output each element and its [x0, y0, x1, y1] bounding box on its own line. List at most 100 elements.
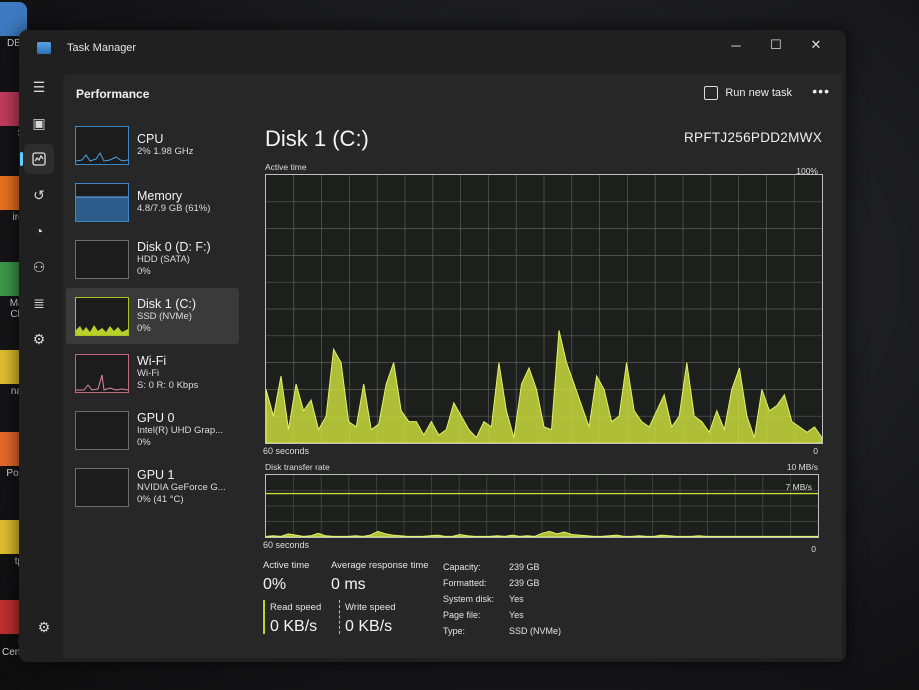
- device-subtitle: HDD (SATA): [137, 254, 190, 265]
- property-value: Yes: [509, 610, 524, 620]
- disk-detail-panel: Disk 1 (C:) RPFTJ256PDD2MWX Active time …: [263, 116, 830, 658]
- page-title: Performance: [76, 87, 150, 101]
- device-text: GPU 0 Intel(R) UHD Grap... 0%: [137, 411, 223, 449]
- performance-pane: Performance Run new task ••• CPU 2% 1.98 …: [63, 74, 842, 658]
- read-speed-value: 0 KB/s: [270, 618, 318, 635]
- avg-response-stat-label: Average response time: [331, 560, 429, 571]
- task-manager-app-icon: [37, 42, 51, 54]
- device-thumbnail-graph: [75, 296, 129, 336]
- performance-icon[interactable]: [20, 144, 54, 174]
- device-text: Wi-Fi Wi-Fi S: 0 R: 0 Kbps: [137, 354, 198, 392]
- transfer-rate-chart-svg: [265, 475, 819, 538]
- more-options-button[interactable]: •••: [812, 83, 830, 99]
- transfer-rate-x-label: 60 seconds: [263, 540, 310, 550]
- device-name: Disk 0 (D: F:): [137, 240, 211, 254]
- avg-response-stat-value: 0 ms: [331, 576, 366, 593]
- device-name: Memory: [137, 189, 183, 203]
- run-new-task-button[interactable]: Run new task: [704, 86, 792, 100]
- details-icon[interactable]: ≣: [24, 288, 54, 318]
- device-item-memory[interactable]: Memory 4.8/7.9 GB (61%): [66, 174, 239, 230]
- device-thumbnail-graph: [75, 410, 129, 450]
- property-key: Capacity:: [443, 562, 481, 572]
- property-value: 239 GB: [509, 562, 540, 572]
- device-thumbnail-graph: [75, 353, 129, 393]
- active-time-stat-value: 0%: [263, 576, 287, 593]
- read-speed-accent: [263, 600, 265, 634]
- device-name: Wi-Fi: [137, 354, 167, 368]
- device-name: GPU 1: [137, 468, 175, 482]
- title-bar[interactable]: Task Manager ─ ☐ ✕: [19, 30, 846, 66]
- active-time-x-label: 60 seconds: [263, 446, 310, 456]
- disk-model: RPFTJ256PDD2MWX: [683, 130, 822, 145]
- device-subtitle: 2% 1.98 GHz: [137, 146, 194, 157]
- device-item-disk[interactable]: Disk 1 (C:) SSD (NVMe) 0%: [66, 288, 239, 344]
- device-item-empty[interactable]: Disk 0 (D: F:) HDD (SATA) 0%: [66, 231, 239, 287]
- property-key: Formatted:: [443, 578, 487, 588]
- transfer-rate-max-label: 10 MB/s: [786, 462, 818, 472]
- property-value: SSD (NVMe): [509, 626, 562, 636]
- property-key: Page file:: [443, 610, 481, 620]
- device-value: S: 0 R: 0 Kbps: [137, 380, 199, 391]
- active-time-stat-label: Active time: [263, 560, 310, 571]
- transfer-rate-chart-label: Disk transfer rate: [265, 462, 330, 472]
- app-history-icon[interactable]: ↺: [24, 180, 54, 210]
- device-text: Disk 0 (D: F:) HDD (SATA) 0%: [137, 240, 211, 278]
- write-speed-value: 0 KB/s: [345, 618, 393, 635]
- services-icon[interactable]: ⚙: [24, 324, 54, 354]
- hamburger-menu-icon[interactable]: ☰: [24, 72, 54, 102]
- device-item-empty[interactable]: GPU 0 Intel(R) UHD Grap... 0%: [66, 402, 239, 458]
- property-value: Yes: [509, 594, 524, 604]
- write-speed-accent: [339, 600, 340, 634]
- device-value: 0%: [137, 266, 151, 277]
- pane-header: Performance Run new task •••: [63, 74, 842, 114]
- startup-apps-icon[interactable]: ◔: [24, 216, 54, 246]
- device-subtitle: Wi-Fi: [137, 368, 160, 379]
- device-thumbnail-graph: [75, 182, 129, 222]
- device-thumbnail-graph: [75, 239, 129, 279]
- run-new-task-label: Run new task: [725, 87, 792, 99]
- device-value: 0% (41 °C): [137, 494, 184, 505]
- active-time-zero-label: 0: [813, 446, 818, 456]
- device-name: GPU 0: [137, 411, 175, 425]
- processes-icon[interactable]: ▣: [24, 108, 54, 138]
- device-item-wifi[interactable]: Wi-Fi Wi-Fi S: 0 R: 0 Kbps: [66, 345, 239, 401]
- maximize-button[interactable]: ☐: [756, 30, 796, 60]
- device-subtitle: Intel(R) UHD Grap...: [137, 425, 224, 436]
- active-time-chart-label: Active time: [265, 162, 307, 172]
- read-speed-label: Read speed: [270, 602, 322, 613]
- settings-icon[interactable]: ⚙: [29, 612, 59, 642]
- device-name: CPU: [137, 132, 164, 146]
- minimize-button[interactable]: ─: [716, 30, 756, 60]
- window-title: Task Manager: [67, 42, 137, 54]
- device-item-empty[interactable]: GPU 1 NVIDIA GeForce G... 0% (41 °C): [66, 459, 239, 515]
- property-key: System disk:: [443, 594, 495, 604]
- active-time-chart: [265, 174, 823, 444]
- task-manager-window: Task Manager ─ ☐ ✕ ☰ ▣ ↺ ◔ ⚇ ≣ ⚙ ⚙ Perfo…: [19, 30, 846, 662]
- device-value: 0%: [137, 437, 151, 448]
- device-subtitle: SSD (NVMe): [137, 311, 192, 322]
- property-key: Type:: [443, 626, 466, 636]
- transfer-rate-chart: [265, 474, 819, 538]
- device-subtitle: NVIDIA GeForce G...: [137, 482, 226, 493]
- device-text: Memory 4.8/7.9 GB (61%): [137, 189, 210, 215]
- device-text: Disk 1 (C:) SSD (NVMe) 0%: [137, 297, 196, 335]
- property-value: 239 GB: [509, 578, 540, 588]
- device-text: CPU 2% 1.98 GHz: [137, 132, 194, 158]
- device-thumbnail-graph: [75, 125, 129, 165]
- device-value: 0%: [137, 323, 151, 334]
- run-task-icon: [704, 86, 719, 100]
- write-speed-label: Write speed: [345, 602, 396, 613]
- device-text: GPU 1 NVIDIA GeForce G... 0% (41 °C): [137, 468, 226, 506]
- device-thumbnail-graph: [75, 467, 129, 507]
- close-button[interactable]: ✕: [796, 30, 836, 60]
- device-list: CPU 2% 1.98 GHz Memory 4.8/7.9 GB (61%) Disk…: [63, 116, 243, 516]
- transfer-rate-line-label: 7 MB/s: [785, 482, 812, 492]
- users-icon[interactable]: ⚇: [24, 252, 54, 282]
- navigation-rail: ☰ ▣ ↺ ◔ ⚇ ≣ ⚙ ⚙: [19, 70, 59, 662]
- device-item-cpu[interactable]: CPU 2% 1.98 GHz: [66, 117, 239, 173]
- disk-title: Disk 1 (C:): [265, 126, 369, 151]
- device-subtitle: 4.8/7.9 GB (61%): [137, 203, 211, 214]
- device-name: Disk 1 (C:): [137, 297, 197, 311]
- transfer-rate-zero-label: 0: [811, 544, 816, 554]
- active-time-chart-svg: [265, 175, 823, 444]
